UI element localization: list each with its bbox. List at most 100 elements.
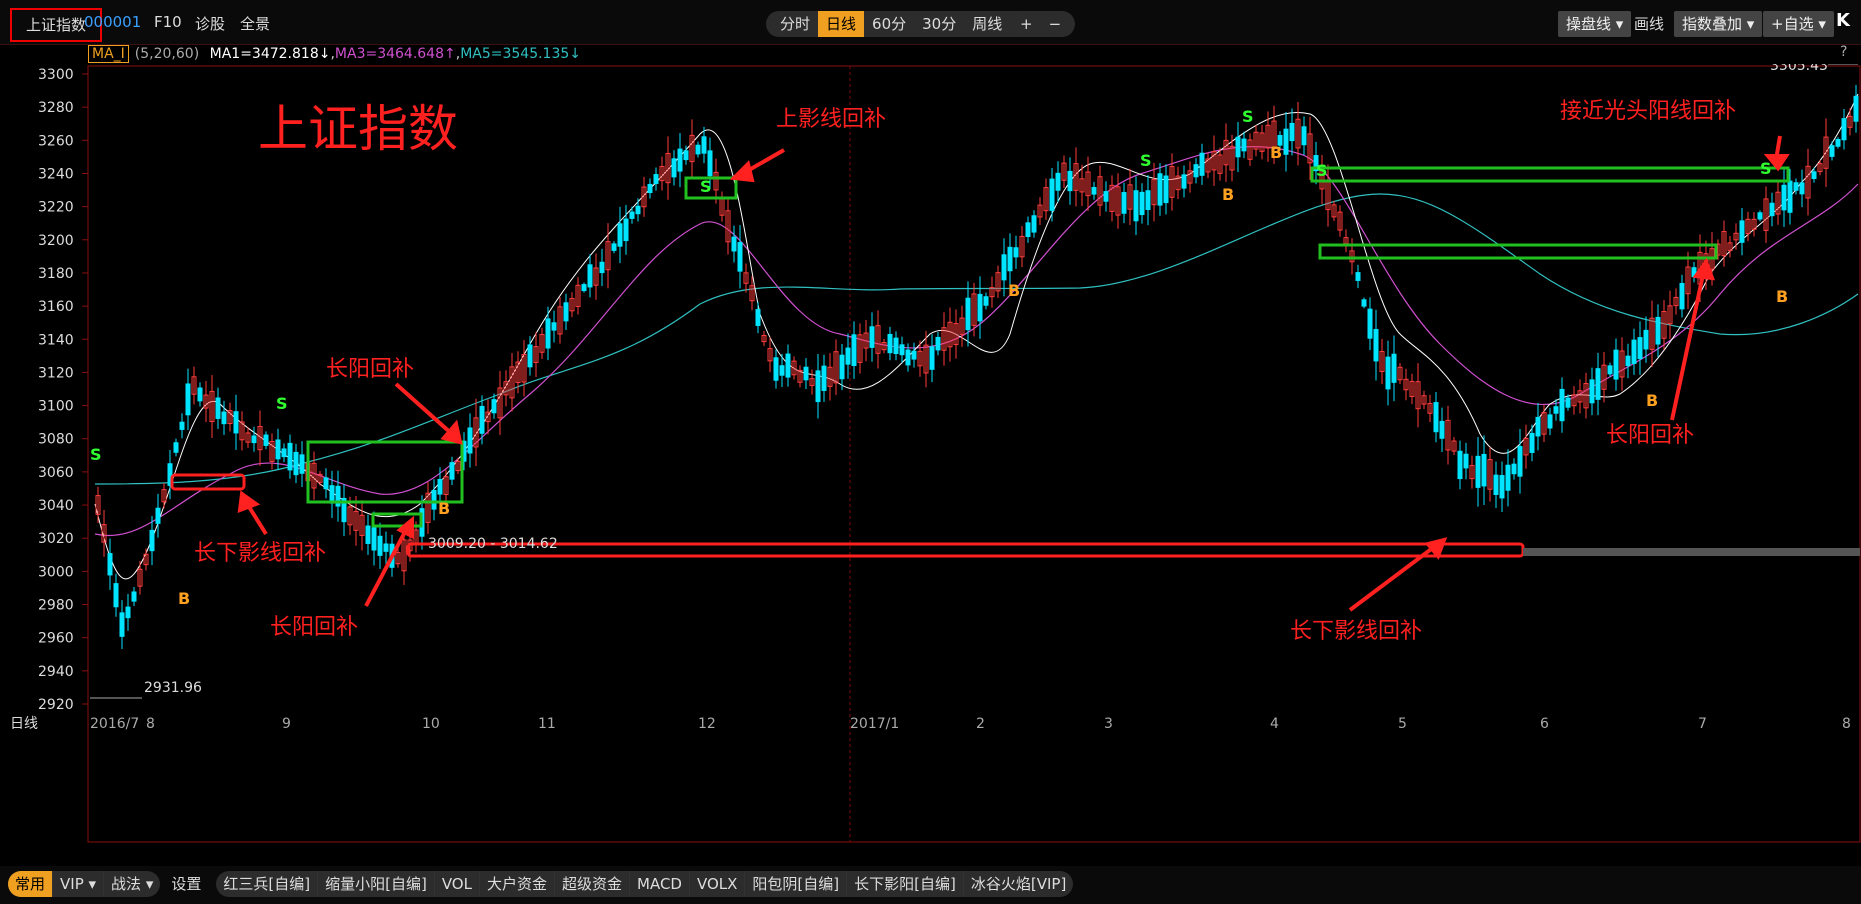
- draw-line-button[interactable]: 画线: [1634, 13, 1664, 34]
- period-tab-daily[interactable]: 日线: [818, 11, 865, 37]
- annotation-long-yang-1: 长阳回补: [326, 357, 414, 382]
- candle-body: [1055, 172, 1061, 191]
- index-code[interactable]: 000001: [84, 13, 141, 31]
- candle-body: [1301, 126, 1307, 146]
- candle-body: [119, 612, 125, 637]
- candle-body: [329, 485, 335, 504]
- candle-body: [851, 334, 857, 367]
- candle-body: [563, 302, 569, 322]
- candle-body: [737, 242, 743, 272]
- candle-body: [1433, 402, 1439, 433]
- candle-body: [731, 236, 737, 252]
- candle-body: [1091, 186, 1097, 195]
- index-overlay-dropdown[interactable]: 指数叠加 ▾: [1674, 11, 1763, 37]
- period-tab-30min[interactable]: 30分: [914, 11, 964, 37]
- zoom-in-button[interactable]: +: [1012, 11, 1041, 37]
- candle-body: [677, 148, 683, 172]
- operation-line-dropdown[interactable]: 操盘线 ▾: [1558, 11, 1632, 37]
- candle-body: [113, 583, 119, 608]
- annotation-long-yang-2: 长阳回补: [270, 615, 358, 640]
- candle-body: [1025, 222, 1031, 237]
- candle-body: [1559, 388, 1565, 422]
- add-watchlist-dropdown[interactable]: +自选 ▾: [1763, 11, 1834, 37]
- candle-body: [893, 337, 899, 355]
- candle-body: [1241, 138, 1247, 152]
- tab-strategy[interactable]: 战法 ▾: [104, 871, 160, 897]
- tab-common[interactable]: 常用: [8, 871, 54, 897]
- candle-body: [1757, 212, 1763, 220]
- candle-body: [1793, 182, 1799, 191]
- period-tab-60min[interactable]: 60分: [864, 11, 914, 37]
- x-tick-label: 3: [1104, 716, 1113, 732]
- indicator-tab-group: 红三兵[自编] 缩量小阳[自编] VOL 大户资金 超级资金 MACD VOLX…: [216, 871, 1074, 897]
- candle-body: [179, 421, 185, 430]
- tab-indicator[interactable]: 红三兵[自编]: [216, 871, 319, 897]
- candle-body: [887, 333, 893, 354]
- candle-body: [1457, 450, 1463, 480]
- diagnose-link[interactable]: 诊股: [195, 13, 225, 34]
- f10-link[interactable]: F10: [154, 13, 182, 31]
- tab-indicator[interactable]: 长下影阳[自编]: [847, 871, 964, 897]
- candle-body: [1853, 95, 1859, 122]
- tab-indicator[interactable]: 阳包阴[自编]: [745, 871, 848, 897]
- y-tick-label: 3120: [38, 365, 74, 381]
- candle-body: [623, 218, 629, 242]
- candle-body: [1511, 463, 1517, 475]
- tab-indicator[interactable]: MACD: [630, 871, 690, 897]
- signal-b-4: B: [1222, 185, 1234, 204]
- candle-body: [383, 543, 389, 552]
- period-tab-timeshare[interactable]: 分时: [772, 11, 818, 37]
- tab-indicator[interactable]: 冰谷火焰[VIP]: [964, 871, 1073, 897]
- k-icon[interactable]: K: [1836, 10, 1850, 31]
- help-icon[interactable]: ?: [1840, 44, 1847, 60]
- signal-s-2: S: [276, 394, 288, 413]
- candle-body: [785, 353, 791, 378]
- tab-indicator[interactable]: 超级资金: [555, 871, 631, 897]
- y-tick-label: 3040: [38, 498, 74, 514]
- ma3-line: [94, 145, 1859, 537]
- tab-indicator[interactable]: VOL: [435, 871, 480, 897]
- candle-body: [1595, 368, 1601, 400]
- x-tick-label: 5: [1398, 716, 1407, 732]
- candle-body: [587, 264, 593, 288]
- overview-link[interactable]: 全景: [240, 13, 270, 34]
- x-tick-label: 2017/1: [850, 716, 899, 732]
- tab-indicator[interactable]: VOLX: [690, 871, 746, 897]
- tab-indicator[interactable]: 缩量小阳[自编]: [318, 871, 435, 897]
- y-tick-label: 3200: [38, 233, 74, 249]
- candle-body: [491, 399, 497, 414]
- candle-body: [1553, 406, 1559, 414]
- candle-body: [869, 326, 875, 348]
- candle-body: [371, 526, 377, 551]
- candle-body: [1001, 254, 1007, 281]
- y-tick-label: 3060: [38, 465, 74, 481]
- x-tick-label: 4: [1270, 716, 1279, 732]
- candle-body: [263, 434, 269, 446]
- candle-body: [1589, 379, 1595, 404]
- candle-body: [617, 223, 623, 247]
- candle-body: [1049, 178, 1055, 211]
- candle-body: [965, 297, 971, 331]
- ma3-value: MA3=3464.648↑: [334, 46, 456, 62]
- candle-body: [287, 442, 293, 471]
- tab-vip[interactable]: VIP ▾: [53, 871, 105, 897]
- candlestick-chart[interactable]: 3300 3280 3260 3240 3220 3200 3180 3160 3140 3120…: [0, 64, 1861, 844]
- candle-body: [581, 284, 587, 292]
- candle-body: [1529, 432, 1535, 453]
- tab-indicator[interactable]: 大户资金: [480, 871, 555, 897]
- candle-body: [1769, 202, 1775, 217]
- high-label: 3305.43: [1770, 64, 1828, 74]
- y-tick-label: 2920: [38, 697, 74, 713]
- candle-body: [1157, 173, 1163, 206]
- candle-body: [173, 442, 179, 453]
- ma-indicator-dropdown[interactable]: MA_I: [88, 45, 129, 63]
- tab-settings[interactable]: 设置: [164, 871, 208, 897]
- candle-body: [299, 454, 305, 474]
- candle-body: [551, 322, 557, 331]
- candle-body: [611, 243, 617, 251]
- signal-s-5: S: [1242, 107, 1254, 126]
- candle-body: [1193, 164, 1199, 178]
- candle-body: [545, 318, 551, 349]
- candle-body: [1235, 136, 1241, 158]
- zoom-out-button[interactable]: −: [1041, 11, 1070, 37]
